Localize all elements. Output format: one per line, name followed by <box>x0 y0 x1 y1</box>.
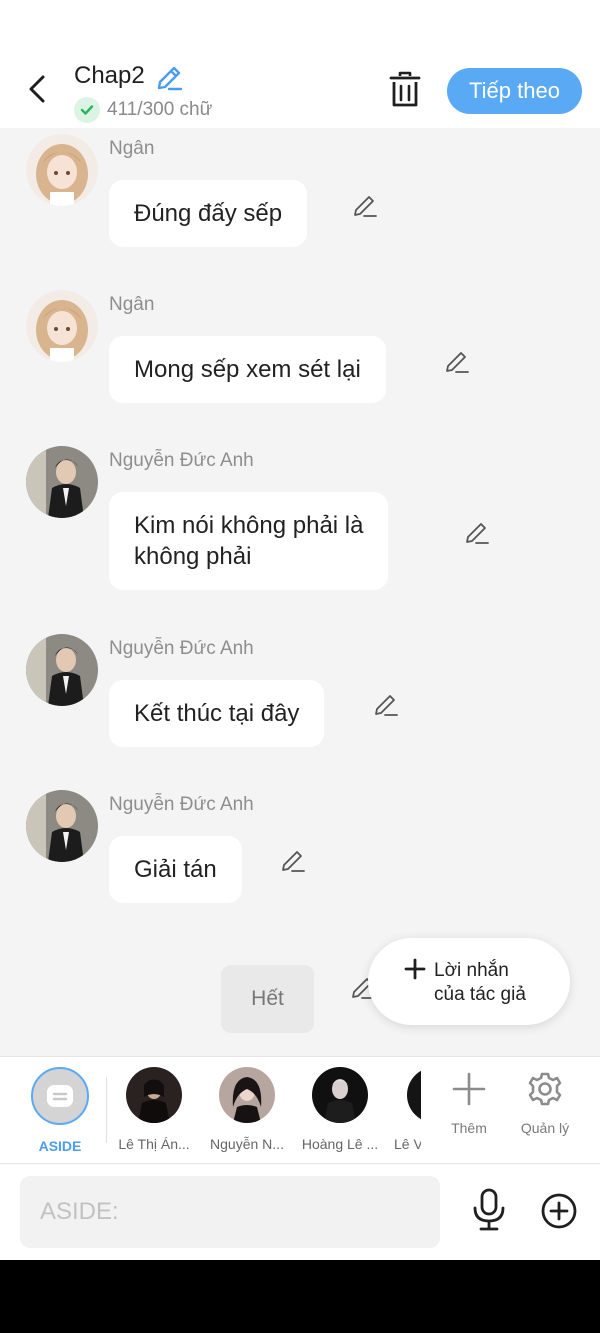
next-button[interactable]: Tiếp theo <box>447 68 582 114</box>
message-bubble[interactable]: Kim nói không phải là không phải <box>109 492 389 590</box>
manage-button[interactable]: Quản lý <box>505 1071 585 1136</box>
pencil-icon <box>375 695 398 716</box>
message-bubble[interactable]: Kết thúc tại đây <box>109 680 325 747</box>
character-label: Hoàng Lê ... <box>301 1136 379 1152</box>
message-text: Đúng đấy sếp <box>134 200 283 227</box>
plus-icon <box>404 958 426 980</box>
character-bar: ASIDE Lê Thị Án... Nguyễn N... Hoàng Lê … <box>0 1056 600 1164</box>
pencil-icon <box>446 352 469 373</box>
back-button[interactable] <box>22 72 52 106</box>
character-item[interactable]: Hoàng Lê ... <box>292 1067 388 1152</box>
plus-icon <box>452 1072 486 1106</box>
gear-icon <box>528 1072 562 1106</box>
edit-message-button[interactable] <box>372 692 400 720</box>
character-label: ASIDE <box>38 1138 82 1154</box>
system-navigation-bar <box>0 1260 600 1333</box>
input-bar <box>0 1164 600 1260</box>
pencil-icon <box>354 196 377 217</box>
edit-message-button[interactable] <box>463 520 491 548</box>
avatar[interactable] <box>26 290 98 362</box>
sender-name: Nguyễn Đức Anh <box>109 450 254 471</box>
plus-circle-icon <box>541 1193 577 1229</box>
character-aside[interactable]: ASIDE <box>12 1067 108 1154</box>
message-text: Mong sếp xem sét lại <box>134 356 361 383</box>
avatar[interactable] <box>26 634 98 706</box>
microphone-icon <box>473 1188 505 1231</box>
end-label: Hết <box>251 987 284 1010</box>
message-input[interactable] <box>20 1176 440 1248</box>
avatar <box>312 1067 368 1123</box>
message-text: Kết thúc tại đây <box>134 700 300 727</box>
aside-avatar <box>31 1067 89 1125</box>
sender-name: Ngân <box>109 138 155 159</box>
manage-label: Quản lý <box>520 1120 570 1136</box>
sender-name: Ngân <box>109 294 155 315</box>
character-label: Lê V <box>394 1136 421 1152</box>
message-text: không phải <box>134 543 252 570</box>
avatar[interactable] <box>26 134 98 206</box>
edit-message-button[interactable] <box>279 848 307 876</box>
add-label: Thêm <box>451 1120 487 1136</box>
sender-name: Nguyễn Đức Anh <box>109 638 254 659</box>
avatar <box>126 1067 182 1123</box>
character-label: Lê Thị Án... <box>118 1136 190 1152</box>
message-text: Giải tán <box>134 856 217 883</box>
edit-message-button[interactable] <box>351 193 379 221</box>
character-item[interactable]: Lê Thị Án... <box>106 1067 202 1152</box>
avatar <box>407 1067 421 1123</box>
avatar[interactable] <box>26 790 98 862</box>
message-bubble[interactable]: Giải tán <box>109 836 242 903</box>
add-character-button[interactable]: Thêm <box>429 1071 509 1136</box>
avatar <box>219 1067 275 1123</box>
message-text: Kim nói không phải là <box>134 512 364 539</box>
sender-name: Nguyễn Đức Anh <box>109 794 254 815</box>
add-content-button[interactable] <box>540 1192 578 1230</box>
message-bubble[interactable]: Đúng đấy sếp <box>109 180 308 247</box>
character-item[interactable]: Lê V <box>385 1067 421 1152</box>
character-item[interactable]: Nguyễn N... <box>199 1067 295 1152</box>
top-bar: Chap2 411/300 chữ Tiếp theo <box>0 0 600 128</box>
author-note-label: của tác giả <box>434 984 526 1005</box>
trash-icon <box>389 71 421 107</box>
author-note-label: Lời nhắn <box>434 960 509 981</box>
edit-message-button[interactable] <box>443 349 471 377</box>
word-count: 411/300 chữ <box>107 99 213 120</box>
pencil-icon <box>157 66 183 91</box>
pencil-icon <box>282 851 305 872</box>
voice-button[interactable] <box>470 1188 508 1232</box>
avatar[interactable] <box>26 446 98 518</box>
check-icon <box>74 97 100 123</box>
chapter-title: Chap2 <box>74 62 145 89</box>
author-note-button[interactable]: Lời nhắn của tác giả <box>368 938 570 1025</box>
end-marker[interactable]: Hết <box>221 965 314 1033</box>
message-bubble[interactable]: Mong sếp xem sét lại <box>109 336 386 403</box>
message-icon <box>47 1085 73 1107</box>
chat-area[interactable]: Ngân Đúng đấy sếp Ngân Mong sếp xem sét … <box>0 128 600 1056</box>
edit-title-button[interactable] <box>155 64 183 92</box>
pencil-icon <box>466 523 489 544</box>
chevron-left-icon <box>29 75 45 103</box>
character-label: Nguyễn N... <box>210 1136 284 1152</box>
delete-button[interactable] <box>387 70 423 110</box>
